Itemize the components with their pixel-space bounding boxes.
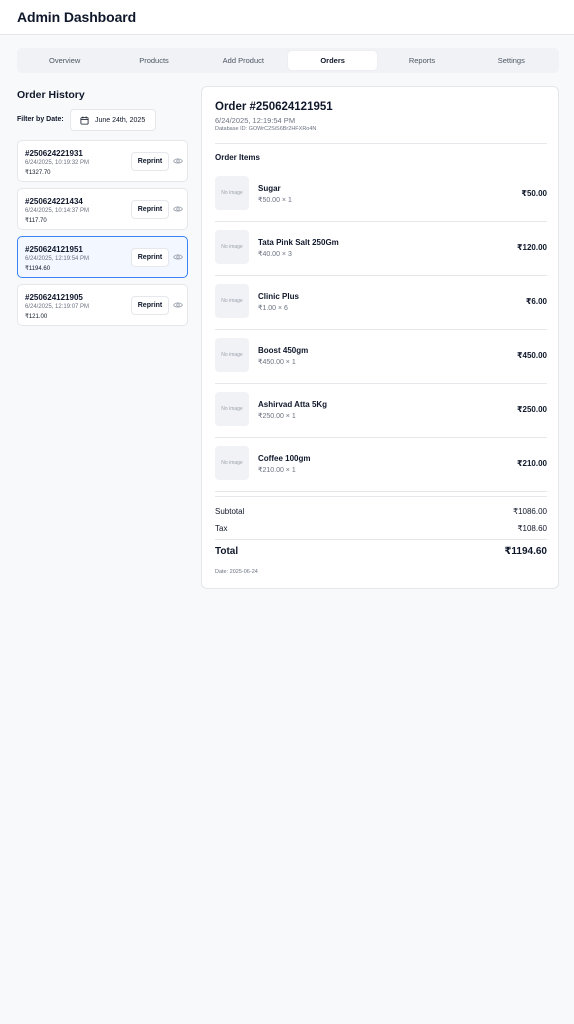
divider [215,496,547,497]
item-price: ₹450.00 [516,351,547,360]
no-image-placeholder: No image [215,176,249,210]
order-total: ₹117.70 [25,218,47,224]
item-quantity: ₹40.00 × 3 [258,251,292,258]
tax-label: Tax [215,524,228,533]
item-name: Coffee 100gm [258,454,311,463]
item-quantity: ₹50.00 × 1 [258,197,292,204]
no-image-placeholder: No image [215,284,249,318]
order-datetime: 6/24/2025, 12:19:54 PM [25,256,90,262]
main-tabs: Overview Products Add Product Orders Rep… [17,48,559,73]
order-detail-title: Order #250624121951 [215,101,333,113]
database-id: Database ID: GOWrC2SiS6Br2HFXRo4N [215,126,317,132]
order-items-title: Order Items [215,153,260,162]
item-name: Boost 450gm [258,346,309,355]
order-datetime: 6/24/2025, 12:19:07 PM [25,304,90,310]
date-picker-button[interactable]: June 24th, 2025 [70,109,156,131]
no-image-placeholder: No image [215,446,249,480]
app-title: Admin Dashboard [17,9,137,25]
item-quantity: ₹210.00 × 1 [258,467,296,474]
tab-products[interactable]: Products [109,51,198,70]
order-item: No image Ashirvad Atta 5Kg ₹250.00 × 1 ₹… [215,384,547,438]
tab-add-product[interactable]: Add Product [199,51,288,70]
order-item: No image Coffee 100gm ₹210.00 × 1 ₹210.0… [215,438,547,492]
item-name: Tata Pink Salt 250Gm [258,238,339,247]
tax-value: ₹108.60 [517,524,547,533]
item-price: ₹250.00 [516,405,547,414]
order-card-selected[interactable]: #250624121951 6/24/2025, 12:19:54 PM ₹11… [17,236,188,278]
item-price: ₹6.00 [525,297,547,306]
calendar-icon [80,116,89,125]
eye-icon[interactable] [173,157,183,165]
item-name: Ashirvad Atta 5Kg [258,400,328,409]
order-card[interactable]: #250624121905 6/24/2025, 12:19:07 PM ₹12… [17,284,188,326]
eye-icon[interactable] [173,205,183,213]
tab-settings[interactable]: Settings [467,51,556,70]
order-detail-panel: Order #250624121951 6/24/2025, 12:19:54 … [201,86,559,589]
order-items-list: No image Sugar ₹50.00 × 1 ₹50.00 No imag… [215,168,547,492]
top-bar: Admin Dashboard [0,0,574,35]
order-card[interactable]: #250624221931 6/24/2025, 10:19:32 PM ₹13… [17,140,188,182]
total-label: Total [215,546,239,557]
item-price: ₹120.00 [516,243,547,252]
order-id: #250624121951 [25,245,83,254]
tab-overview[interactable]: Overview [20,51,109,70]
order-id: #250624221931 [25,149,83,158]
order-item: No image Tata Pink Salt 250Gm ₹40.00 × 3… [215,222,547,276]
tab-reports[interactable]: Reports [377,51,466,70]
item-name: Sugar [258,184,281,193]
subtotal-row: Subtotal ₹1086.00 [215,507,547,516]
total-row: Total ₹1194.60 [215,546,547,557]
reprint-button[interactable]: Reprint [131,152,169,171]
item-price: ₹50.00 [521,189,547,198]
subtotal-value: ₹1086.00 [512,507,547,516]
item-quantity: ₹1.00 × 6 [258,305,288,312]
total-value: ₹1194.60 [504,546,547,557]
order-item: No image Clinic Plus ₹1.00 × 6 ₹6.00 [215,276,547,330]
item-quantity: ₹250.00 × 1 [258,413,296,420]
order-datetime: 6/24/2025, 10:19:32 PM [25,160,90,166]
order-list: #250624221931 6/24/2025, 10:19:32 PM ₹13… [17,140,188,326]
item-quantity: ₹450.00 × 1 [258,359,296,366]
eye-icon[interactable] [173,301,183,309]
item-price: ₹210.00 [516,459,547,468]
no-image-placeholder: No image [215,338,249,372]
reprint-button[interactable]: Reprint [131,200,169,219]
order-total: ₹1327.70 [25,170,51,176]
order-item: No image Boost 450gm ₹450.00 × 1 ₹450.00 [215,330,547,384]
tab-orders[interactable]: Orders [287,51,378,70]
reprint-button[interactable]: Reprint [131,296,169,315]
order-datetime: 6/24/2025, 10:14:37 PM [25,208,90,214]
order-footer-date: Date: 2025-06-24 [215,569,258,575]
order-item: No image Sugar ₹50.00 × 1 ₹50.00 [215,168,547,222]
subtotal-label: Subtotal [215,507,245,516]
reprint-button[interactable]: Reprint [131,248,169,267]
item-name: Clinic Plus [258,292,299,301]
no-image-placeholder: No image [215,392,249,426]
no-image-placeholder: No image [215,230,249,264]
date-picker-value: June 24th, 2025 [95,116,146,124]
eye-icon[interactable] [173,253,183,261]
divider [215,539,547,540]
divider [215,143,547,144]
tax-row: Tax ₹108.60 [215,524,547,533]
order-history-title: Order History [17,89,85,101]
filter-by-date-label: Filter by Date: [17,116,64,123]
order-total: ₹1194.60 [25,266,51,272]
order-id: #250624221434 [25,197,83,206]
order-detail-datetime: 6/24/2025, 12:19:54 PM [215,116,296,125]
order-id: #250624121905 [25,293,83,302]
order-total: ₹121.00 [25,314,48,320]
order-card[interactable]: #250624221434 6/24/2025, 10:14:37 PM ₹11… [17,188,188,230]
